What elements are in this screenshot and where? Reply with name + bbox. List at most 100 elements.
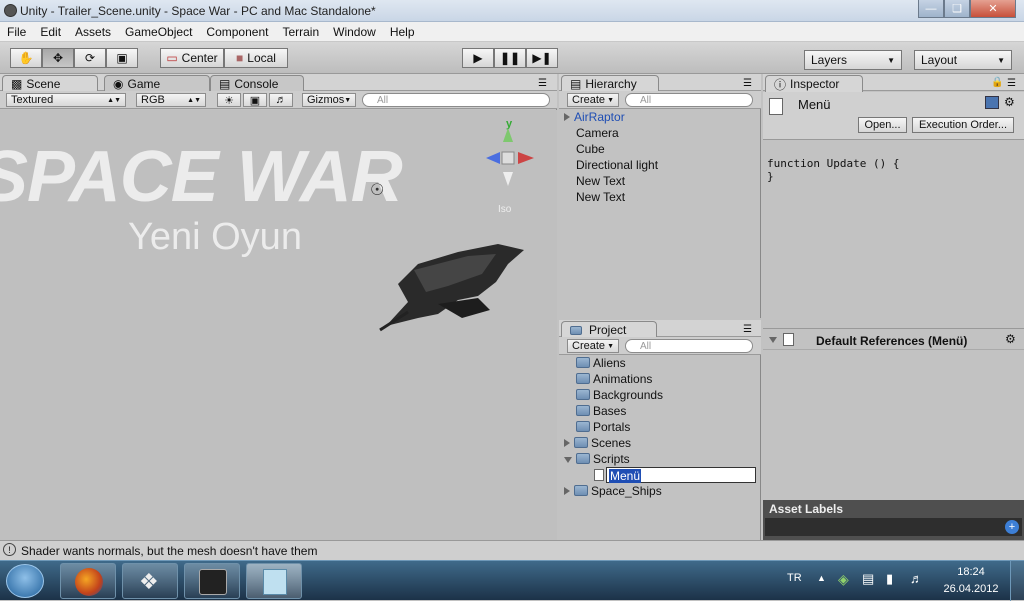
menu-component[interactable]: Component — [199, 25, 275, 39]
info-icon: ⓘ — [774, 77, 787, 92]
pivot-local-button[interactable]: ■ Local — [224, 48, 288, 68]
open-button[interactable]: Open... — [858, 117, 907, 133]
layout-dropdown[interactable]: Layout ▼ — [914, 50, 1012, 70]
tab-console-label: Console — [234, 77, 279, 91]
hierarchy-item[interactable]: New Text — [564, 173, 759, 189]
scene-search-input[interactable]: All — [362, 93, 550, 107]
expand-arrow-icon[interactable] — [564, 439, 570, 447]
scale-tool-button[interactable]: ▣ — [106, 48, 138, 68]
hierarchy-item-label: New Text — [576, 190, 626, 204]
maximize-button[interactable]: ❑ — [944, 0, 970, 18]
tab-scene[interactable]: ▩ Scene — [2, 75, 98, 92]
menu-window[interactable]: Window — [326, 25, 383, 39]
scene-viewport[interactable]: SPACE WAR Yeni Oyun ☉ y Iso — [0, 110, 557, 540]
clock-time[interactable]: 18:24 — [944, 566, 998, 578]
project-folder[interactable]: Aliens — [564, 355, 759, 371]
script-item-renaming[interactable]: Menü — [564, 467, 759, 483]
hierarchy-item[interactable]: AirRaptor — [564, 109, 759, 125]
status-message[interactable]: Shader wants normals, but the mesh doesn… — [21, 544, 317, 558]
project-create-dropdown[interactable]: Create ▼ — [567, 339, 619, 353]
hierarchy-item[interactable]: Directional light — [564, 157, 759, 173]
rotate-tool-button[interactable]: ⟳ — [74, 48, 106, 68]
default-references-header[interactable]: Default References (Menü) ⚙ — [763, 328, 1024, 350]
gizmos-dropdown[interactable]: Gizmos ▼ — [302, 93, 356, 107]
menu-terrain[interactable]: Terrain — [275, 25, 326, 39]
volume-icon[interactable]: ♬ — [910, 571, 923, 586]
menu-help[interactable]: Help — [383, 25, 422, 39]
spaceship-model[interactable] — [378, 234, 528, 334]
rename-input[interactable]: Menü — [606, 467, 756, 483]
step-button[interactable]: ▶❚ — [526, 48, 558, 68]
local-cube-icon: ■ — [236, 51, 244, 65]
move-tool-button[interactable]: ✥ — [42, 48, 74, 68]
close-button[interactable]: ✕ — [970, 0, 1016, 18]
taskbar-unity[interactable]: ❖ — [122, 563, 178, 599]
expand-arrow-icon[interactable] — [564, 487, 570, 495]
project-folder[interactable]: Scripts — [564, 451, 759, 467]
dropdown-arrow-icon: ▼ — [607, 342, 614, 350]
menu-assets[interactable]: Assets — [68, 25, 118, 39]
tab-console[interactable]: ▤ Console — [210, 75, 304, 92]
project-search-input[interactable]: All — [625, 339, 753, 353]
tab-project[interactable]: Project — [561, 321, 657, 338]
console-icon: ▤ — [219, 77, 231, 91]
menu-file[interactable]: File — [0, 25, 33, 39]
project-folder[interactable]: Portals — [564, 419, 759, 435]
show-hidden-icons-icon[interactable]: ▲ — [817, 573, 826, 583]
lighting-toggle[interactable]: ☀ — [217, 93, 241, 107]
hierarchy-search-input[interactable]: All — [625, 93, 753, 107]
show-desktop-button[interactable] — [1010, 561, 1024, 601]
menu-edit[interactable]: Edit — [33, 25, 68, 39]
help-book-icon[interactable] — [985, 96, 999, 109]
minimize-button[interactable]: — — [918, 0, 944, 18]
asset-labels-field[interactable] — [765, 518, 1022, 536]
start-button[interactable] — [6, 564, 44, 598]
taskbar-firefox[interactable] — [60, 563, 116, 599]
project-folder[interactable]: Scenes — [564, 435, 759, 451]
project-folder[interactable]: Bases — [564, 403, 759, 419]
expand-arrow-icon[interactable] — [564, 113, 570, 121]
render-mode-dropdown[interactable]: Textured ▲▼ — [6, 93, 126, 107]
pause-button[interactable]: ❚❚ — [494, 48, 526, 68]
panel-menu-icon[interactable]: ☰ — [1007, 78, 1016, 89]
tab-hierarchy[interactable]: ▤ Hierarchy — [561, 75, 659, 92]
hand-tool-button[interactable]: ✋ — [10, 48, 42, 68]
layers-dropdown[interactable]: Layers ▼ — [804, 50, 902, 70]
project-folder[interactable]: Space_Ships — [564, 483, 759, 499]
hierarchy-create-dropdown[interactable]: Create ▼ — [567, 93, 619, 107]
taskbar-recorder[interactable] — [184, 563, 240, 599]
execution-order-button[interactable]: Execution Order... — [912, 117, 1014, 133]
tab-game[interactable]: ◉ Game — [104, 75, 210, 92]
orientation-gizmo[interactable] — [478, 128, 538, 188]
panel-menu-icon[interactable]: ☰ — [743, 324, 752, 335]
folder-icon — [574, 485, 588, 496]
network-share-icon[interactable]: ◈ — [838, 571, 849, 588]
rgb-dropdown[interactable]: RGB ▲▼ — [136, 93, 206, 107]
lock-icon[interactable]: 🔒 — [991, 77, 1003, 88]
taskbar-notepad[interactable] — [246, 563, 302, 599]
hierarchy-item[interactable]: New Text — [564, 189, 759, 205]
project-folder[interactable]: Animations — [564, 371, 759, 387]
collapse-arrow-icon[interactable] — [769, 337, 777, 343]
hierarchy-item[interactable]: Cube — [564, 141, 759, 157]
collapse-arrow-icon[interactable] — [564, 457, 572, 463]
menu-gameobject[interactable]: GameObject — [118, 25, 199, 39]
hierarchy-item[interactable]: Camera — [564, 125, 759, 141]
step-icon: ▶❚ — [532, 51, 552, 65]
clock-date[interactable]: 26.04.2012 — [940, 583, 1002, 595]
add-label-icon[interactable]: + — [1005, 520, 1019, 534]
image-toggle[interactable]: ▣ — [243, 93, 267, 107]
signal-icon[interactable]: ▮ — [886, 571, 893, 587]
audio-toggle[interactable]: ♬ — [269, 93, 293, 107]
language-indicator[interactable]: TR — [787, 572, 802, 584]
panel-menu-icon[interactable]: ☰ — [538, 78, 547, 89]
gear-icon[interactable]: ⚙ — [1005, 332, 1016, 346]
panel-menu-icon[interactable]: ☰ — [743, 78, 752, 89]
gear-icon[interactable]: ⚙ — [1004, 95, 1015, 109]
tab-inspector[interactable]: ⓘ Inspector — [765, 75, 863, 92]
play-button[interactable]: ▶ — [462, 48, 494, 68]
pivot-center-button[interactable]: ▭ Center — [160, 48, 224, 68]
project-folder[interactable]: Backgrounds — [564, 387, 759, 403]
device-icon[interactable]: ▤ — [862, 571, 874, 587]
camera-icon[interactable]: ☉ — [370, 180, 384, 200]
